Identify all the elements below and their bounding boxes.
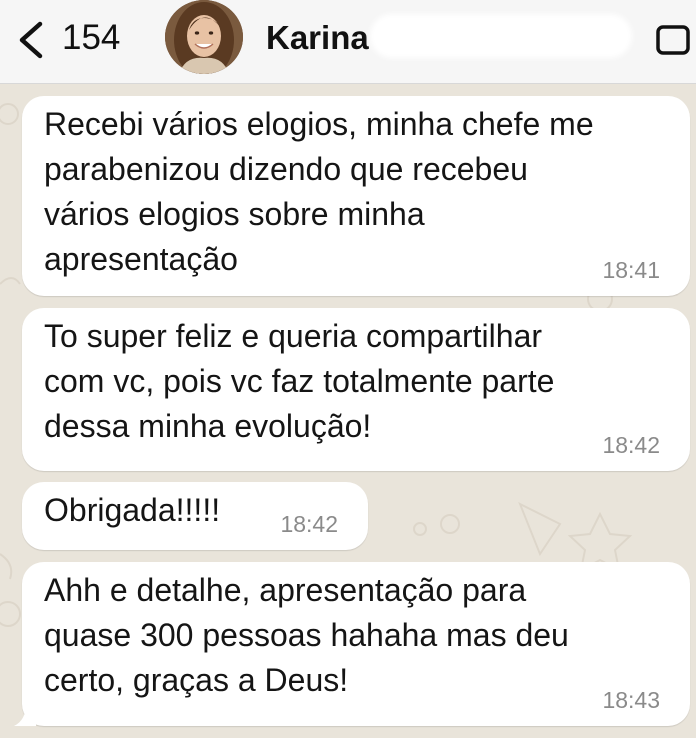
bubble-tail bbox=[14, 704, 36, 726]
contact-name[interactable]: Karina bbox=[266, 16, 369, 60]
message-text: Recebi vários elogios, minha chefe me pa… bbox=[44, 106, 594, 277]
avatar[interactable] bbox=[165, 0, 243, 74]
message-time: 18:41 bbox=[602, 257, 660, 283]
video-call-icon[interactable] bbox=[654, 20, 696, 60]
back-unread-count[interactable]: 154 bbox=[62, 16, 120, 60]
message-text: To super feliz e queria compartilhar com… bbox=[44, 318, 555, 444]
message-text: Ahh e detalhe, apresentação para quase 3… bbox=[44, 572, 569, 698]
message-time: 18:43 bbox=[602, 687, 660, 713]
message-bubble[interactable]: Obrigada!!!!! 18:42 bbox=[22, 482, 368, 550]
message-bubble[interactable]: Ahh e detalhe, apresentação para quase 3… bbox=[14, 562, 690, 726]
message-time: 18:42 bbox=[280, 511, 338, 537]
chevron-left-icon[interactable] bbox=[14, 20, 48, 60]
chat-header: 154 Karina bbox=[0, 0, 696, 84]
message-bubble[interactable]: To super feliz e queria compartilhar com… bbox=[22, 308, 690, 471]
redacted-region bbox=[370, 14, 632, 58]
message-bubble[interactable]: Recebi vários elogios, minha chefe me pa… bbox=[22, 96, 690, 296]
message-time: 18:42 bbox=[602, 432, 660, 458]
chat-area[interactable]: Recebi vários elogios, minha chefe me pa… bbox=[0, 84, 696, 738]
